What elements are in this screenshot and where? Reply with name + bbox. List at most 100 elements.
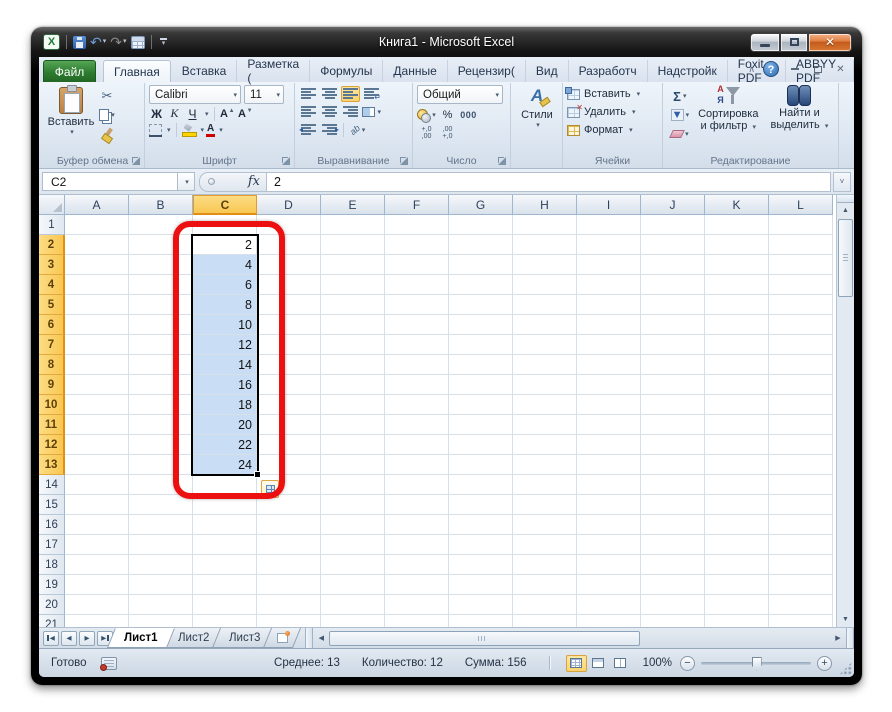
cell-H8[interactable] xyxy=(513,355,577,375)
workbook-restore-button[interactable] xyxy=(810,63,825,76)
cell-J12[interactable] xyxy=(641,435,705,455)
cell-L11[interactable] xyxy=(769,415,833,435)
select-all-corner[interactable] xyxy=(39,195,65,215)
paste-button[interactable]: Вставить ▾ xyxy=(45,85,97,154)
cell-K14[interactable] xyxy=(705,475,769,495)
cell-G12[interactable] xyxy=(449,435,513,455)
zoom-track[interactable] xyxy=(701,662,811,665)
format-painter-button[interactable] xyxy=(97,125,117,143)
cell-G10[interactable] xyxy=(449,395,513,415)
cell-F19[interactable] xyxy=(385,575,449,595)
format-cells-button[interactable]: Формат▾ xyxy=(567,121,659,139)
restore-button[interactable] xyxy=(780,33,808,52)
cell-A19[interactable] xyxy=(65,575,129,595)
cell-K11[interactable] xyxy=(705,415,769,435)
cell-E14[interactable] xyxy=(321,475,385,495)
tab-Вид[interactable]: Вид xyxy=(526,60,569,82)
find-select-button[interactable]: Найти ивыделить ▾ xyxy=(764,85,835,154)
delete-cells-button[interactable]: Удалить▾ xyxy=(567,103,659,121)
cell-A16[interactable] xyxy=(65,515,129,535)
cell-B2[interactable] xyxy=(129,235,193,255)
cell-J16[interactable] xyxy=(641,515,705,535)
cell-K19[interactable] xyxy=(705,575,769,595)
cell-E10[interactable] xyxy=(321,395,385,415)
scroll-up-button[interactable]: ▲ xyxy=(837,203,854,218)
cell-L1[interactable] xyxy=(769,215,833,235)
record-macro-button[interactable] xyxy=(101,657,117,670)
cell-A17[interactable] xyxy=(65,535,129,555)
cell-L16[interactable] xyxy=(769,515,833,535)
cell-A1[interactable] xyxy=(65,215,129,235)
cell-D7[interactable] xyxy=(257,335,321,355)
cell-D3[interactable] xyxy=(257,255,321,275)
cell-C14[interactable] xyxy=(193,475,257,495)
cell-D4[interactable] xyxy=(257,275,321,295)
row-header-4[interactable]: 4 xyxy=(39,275,65,295)
vertical-scroll-thumb[interactable] xyxy=(838,219,853,297)
help-icon[interactable]: ? xyxy=(763,61,779,77)
autofill-options-button[interactable] xyxy=(261,480,279,498)
cell-A4[interactable] xyxy=(65,275,129,295)
borders-icon[interactable] xyxy=(149,124,162,137)
cell-G7[interactable] xyxy=(449,335,513,355)
cell-H15[interactable] xyxy=(513,495,577,515)
cell-L21[interactable] xyxy=(769,615,833,627)
cell-F16[interactable] xyxy=(385,515,449,535)
cell-I3[interactable] xyxy=(577,255,641,275)
italic-button[interactable]: К xyxy=(167,106,182,121)
bold-button[interactable]: Ж xyxy=(149,107,164,121)
cell-L3[interactable] xyxy=(769,255,833,275)
column-header-C[interactable]: C xyxy=(193,195,257,215)
cell-J20[interactable] xyxy=(641,595,705,615)
cell-D12[interactable] xyxy=(257,435,321,455)
copy-button[interactable]: ▾ xyxy=(97,106,117,124)
cell-K8[interactable] xyxy=(705,355,769,375)
cell-E11[interactable] xyxy=(321,415,385,435)
cell-G2[interactable] xyxy=(449,235,513,255)
cell-F2[interactable] xyxy=(385,235,449,255)
row-header-14[interactable]: 14 xyxy=(39,475,65,495)
page-break-view-button[interactable] xyxy=(610,655,631,672)
cell-F10[interactable] xyxy=(385,395,449,415)
scroll-down-button[interactable]: ▼ xyxy=(837,612,854,627)
fill-button[interactable]: ▼▾ xyxy=(667,106,693,124)
cell-H6[interactable] xyxy=(513,315,577,335)
cell-K18[interactable] xyxy=(705,555,769,575)
cell-F4[interactable] xyxy=(385,275,449,295)
cell-F13[interactable] xyxy=(385,455,449,475)
cell-I2[interactable] xyxy=(577,235,641,255)
horizontal-scroll-thumb[interactable] xyxy=(329,631,639,646)
row-header-19[interactable]: 19 xyxy=(39,575,65,595)
cell-K9[interactable] xyxy=(705,375,769,395)
cell-L9[interactable] xyxy=(769,375,833,395)
cell-C6[interactable]: 10 xyxy=(193,315,257,335)
scroll-left-button[interactable]: ◀ xyxy=(313,628,329,648)
zoom-level[interactable]: 100% xyxy=(643,657,672,669)
cell-L14[interactable] xyxy=(769,475,833,495)
cell-H16[interactable] xyxy=(513,515,577,535)
cell-G19[interactable] xyxy=(449,575,513,595)
cell-G6[interactable] xyxy=(449,315,513,335)
row-header-1[interactable]: 1 xyxy=(39,215,65,235)
cell-E13[interactable] xyxy=(321,455,385,475)
cell-H19[interactable] xyxy=(513,575,577,595)
cell-I5[interactable] xyxy=(577,295,641,315)
column-header-A[interactable]: A xyxy=(65,195,129,215)
column-header-F[interactable]: F xyxy=(385,195,449,215)
cell-F8[interactable] xyxy=(385,355,449,375)
cell-B15[interactable] xyxy=(129,495,193,515)
merge-center-button[interactable]: ▾ xyxy=(362,104,381,120)
cell-J5[interactable] xyxy=(641,295,705,315)
cell-E3[interactable] xyxy=(321,255,385,275)
cell-H9[interactable] xyxy=(513,375,577,395)
align-bottom-button[interactable] xyxy=(341,86,360,102)
cell-A18[interactable] xyxy=(65,555,129,575)
expand-formula-bar-button[interactable]: ˅ xyxy=(833,172,851,192)
cell-H4[interactable] xyxy=(513,275,577,295)
cell-E2[interactable] xyxy=(321,235,385,255)
cell-B21[interactable] xyxy=(129,615,193,627)
cell-F14[interactable] xyxy=(385,475,449,495)
cell-H21[interactable] xyxy=(513,615,577,627)
accounting-format-button[interactable]: ▾ xyxy=(417,107,436,123)
cell-H1[interactable] xyxy=(513,215,577,235)
